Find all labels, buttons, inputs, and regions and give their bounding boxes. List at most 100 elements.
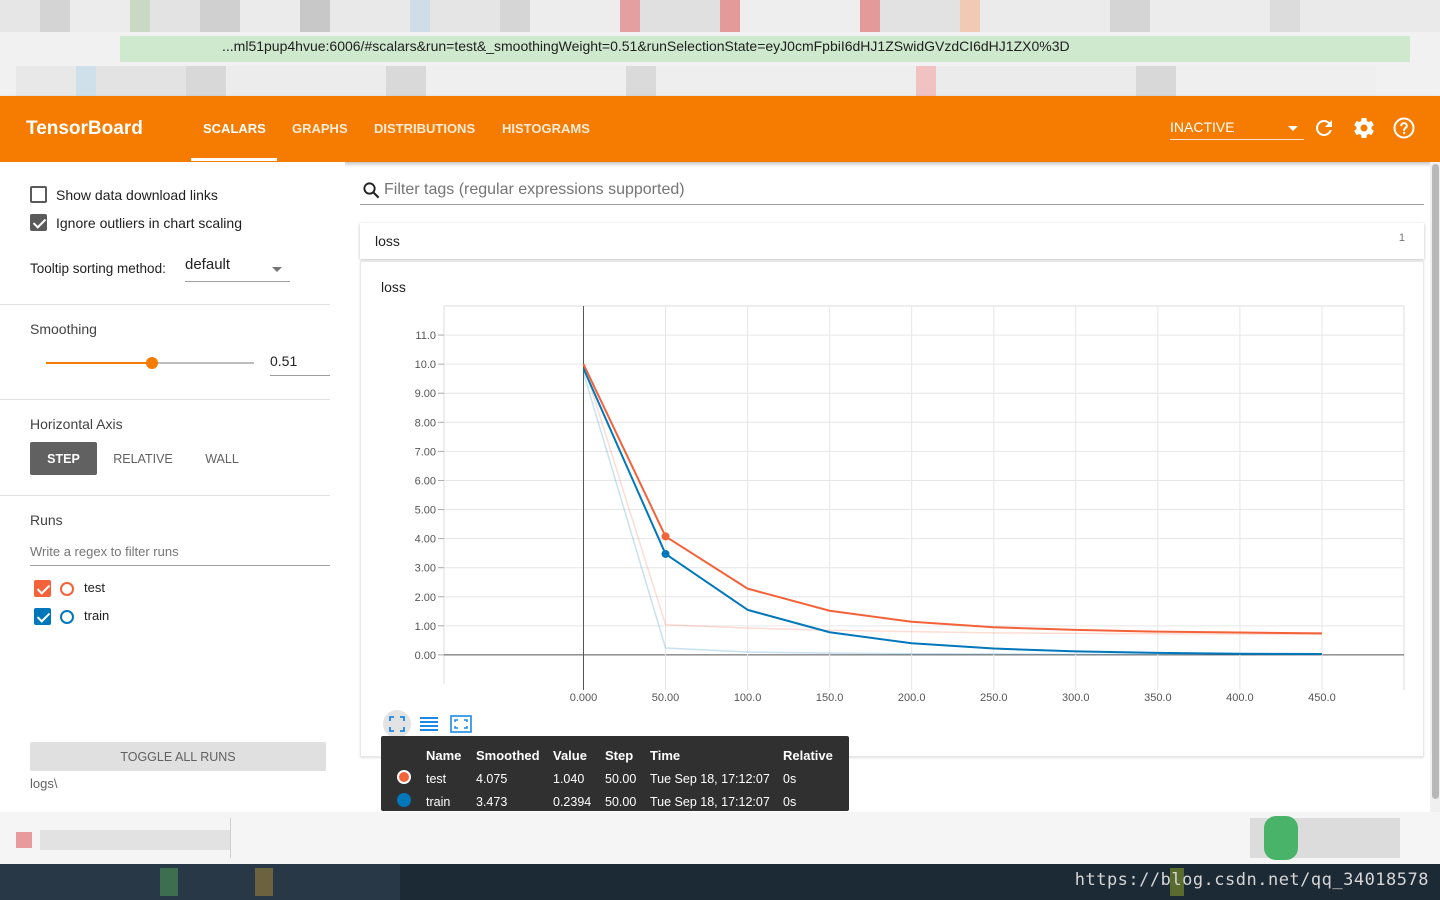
x-tick-label: 200.0 <box>898 692 926 704</box>
show-download-links-label: Show data download links <box>56 187 218 203</box>
sidebar: Show data download links Ignore outliers… <box>0 162 345 812</box>
dropdown-caret-icon <box>1288 126 1298 131</box>
app-brand: TensorBoard <box>26 118 143 139</box>
axis-relative-button[interactable]: RELATIVE <box>108 442 178 475</box>
browser-chrome: ...ml51pup4hvue:6006/#scalars&run=test&_… <box>0 0 1440 96</box>
divider <box>230 818 231 858</box>
tag-filter[interactable]: Filter tags (regular expressions support… <box>360 176 1424 205</box>
tooltip-header-relative: Relative <box>783 748 833 763</box>
series-raw-line-train <box>582 372 1322 656</box>
x-tick-label: 50.00 <box>652 692 680 704</box>
app-header: TensorBoard SCALARS GRAPHS DISTRIBUTIONS… <box>0 96 1440 162</box>
redacted-bookmarks <box>0 66 1440 96</box>
tooltip-train-value: 0.2394 <box>553 795 592 809</box>
download-bar <box>0 812 1440 864</box>
tooltip-test-relative: 0s <box>783 772 797 786</box>
redacted-app-icon <box>160 868 178 896</box>
x-tick-label: 350.0 <box>1144 692 1172 704</box>
refresh-icon[interactable] <box>1312 116 1336 140</box>
tooltip-test-smoothed: 4.075 <box>476 772 508 786</box>
y-tick-label: 1.00 <box>415 621 436 633</box>
tooltip-header-time: Time <box>650 748 681 763</box>
series-line-test <box>582 363 1322 635</box>
url-text[interactable]: ...ml51pup4hvue:6006/#scalars&run=test&_… <box>222 38 1070 54</box>
run-test-checkbox[interactable] <box>34 580 51 597</box>
category-count: 1 <box>1398 232 1405 244</box>
tooltip-header-smoothed: Smoothed <box>476 748 540 763</box>
status-select[interactable]: INACTIVE <box>1170 114 1304 140</box>
tab-scalars[interactable]: SCALARS <box>203 121 266 136</box>
smoothing-slider-fill <box>46 362 153 364</box>
tooltip-header-step: Step <box>605 748 634 763</box>
active-tab-indicator <box>191 158 277 161</box>
axis-wall-button[interactable]: WALL <box>194 442 250 475</box>
search-icon <box>363 182 380 199</box>
page-scrollbar-thumb[interactable] <box>1432 164 1439 799</box>
x-tick-label: 300.0 <box>1062 692 1090 704</box>
runs-title: Runs <box>30 512 63 528</box>
data-table-icon[interactable] <box>415 710 443 738</box>
y-tick-label: 6.00 <box>415 475 436 487</box>
tab-distributions[interactable]: DISTRIBUTIONS <box>374 121 475 136</box>
tooltip-train-name: train <box>426 795 451 809</box>
divider <box>0 304 330 305</box>
x-tick-label: 150.0 <box>816 692 844 704</box>
settings-gear-icon[interactable] <box>1352 116 1376 140</box>
loss-chart[interactable]: 0.00 1.00 2.00 3.00 4.00 5.00 6.00 7.00 8.00 9.00… <box>361 262 1425 758</box>
run-test-label: test <box>84 580 105 595</box>
smoothing-value-input[interactable]: 0.51 <box>270 350 330 376</box>
tooltip-train-step: 50.00 <box>605 795 637 809</box>
tooltip-train-smoothed: 3.473 <box>476 795 508 809</box>
series-raw-line-test <box>582 363 1322 636</box>
smoothing-slider[interactable] <box>46 357 254 369</box>
show-download-links-checkbox[interactable] <box>30 186 47 203</box>
run-train-checkbox[interactable] <box>34 608 51 625</box>
dropdown-caret-icon <box>272 267 282 272</box>
y-tick-label: 3.00 <box>415 563 436 575</box>
run-train-color-circle[interactable] <box>60 610 74 624</box>
ignore-outliers-label: Ignore outliers in chart scaling <box>56 215 242 231</box>
smoothing-slider-knob[interactable] <box>146 357 159 369</box>
runs-filter-input[interactable]: Write a regex to filter runs <box>30 536 330 566</box>
tooltip-test-dot <box>397 770 411 784</box>
y-tick-label: 9.00 <box>415 388 436 400</box>
chart-card: loss 0.00 1.00 2.00 3.00 4.00 5.00 6.00 7.00 8.0… <box>360 261 1424 757</box>
logdir-label: logs\ <box>30 776 58 791</box>
tooltip-sort-dropdown[interactable]: default <box>185 256 290 282</box>
chart-tooltip: Name Smoothed Value Step Time Relative t… <box>381 736 849 811</box>
hover-point-train <box>661 549 670 558</box>
x-tick-label: 100.0 <box>734 692 762 704</box>
tooltip-test-step: 50.00 <box>605 772 637 786</box>
divider <box>0 399 330 400</box>
redacted-app-icon <box>1264 816 1298 860</box>
y-tick-label: 11.0 <box>415 330 436 342</box>
tooltip-test-time: Tue Sep 18, 17:12:07 <box>650 772 770 786</box>
horizontal-axis-title: Horizontal Axis <box>30 416 123 432</box>
y-tick-label: 7.00 <box>415 446 436 458</box>
fullscreen-icon[interactable] <box>383 710 411 738</box>
help-icon[interactable] <box>1392 116 1416 140</box>
ignore-outliers-checkbox[interactable] <box>30 214 47 231</box>
y-tick-label: 5.00 <box>415 505 436 517</box>
redacted-taskbar-apps <box>0 864 400 900</box>
tab-graphs[interactable]: GRAPHS <box>292 121 348 136</box>
y-tick-label: 10.0 <box>415 359 436 371</box>
tooltip-header-value: Value <box>553 748 587 763</box>
y-tick-label: 4.00 <box>415 534 436 546</box>
tab-histograms[interactable]: HISTOGRAMS <box>502 121 590 136</box>
tooltip-train-relative: 0s <box>783 795 797 809</box>
fit-domain-icon[interactable] <box>447 710 475 738</box>
toggle-all-runs-button[interactable]: TOGGLE ALL RUNS <box>30 742 326 771</box>
axis-step-button[interactable]: STEP <box>30 442 97 475</box>
tooltip-sort-value: default <box>185 256 231 273</box>
run-test-color-circle[interactable] <box>60 582 74 596</box>
divider <box>0 495 330 496</box>
smoothing-title: Smoothing <box>30 321 97 337</box>
redacted-tab-strip <box>0 0 1440 32</box>
category-header[interactable]: loss 1 <box>360 223 1424 259</box>
category-name: loss <box>375 233 400 249</box>
tooltip-test-name: test <box>426 772 447 786</box>
redacted-file-icon <box>16 832 32 848</box>
x-tick-label: 450.0 <box>1308 692 1336 704</box>
tag-filter-input[interactable]: Filter tags (regular expressions support… <box>384 181 685 199</box>
